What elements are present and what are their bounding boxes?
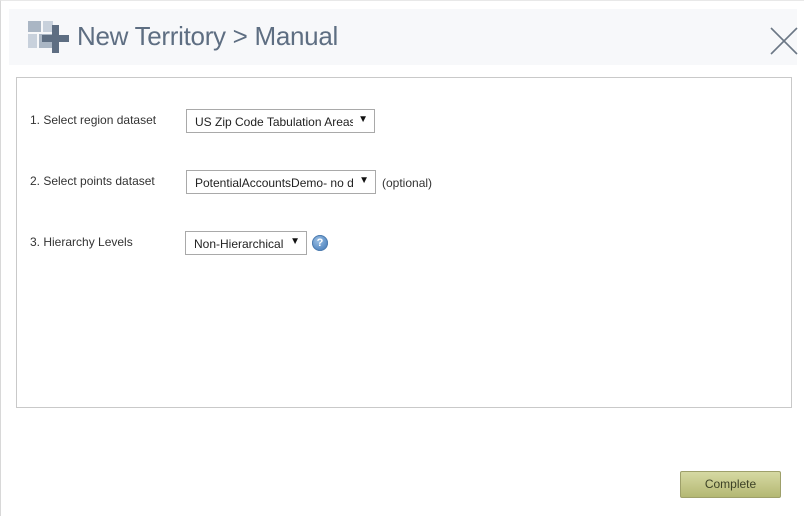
- form-panel: 1. Select region dataset US Zip Code Tab…: [16, 77, 792, 408]
- region-dataset-label: 1. Select region dataset: [30, 113, 157, 127]
- region-dataset-select[interactable]: US Zip Code Tabulation Areas ▼: [186, 109, 375, 133]
- optional-note: (optional): [382, 176, 433, 190]
- hierarchy-levels-select[interactable]: Non-Hierarchical ▼: [185, 231, 307, 255]
- dialog-title: New Territory > Manual: [77, 21, 338, 51]
- points-dataset-label: 2. Select points dataset: [30, 174, 155, 188]
- chevron-down-icon: ▼: [290, 236, 300, 247]
- help-icon[interactable]: ?: [312, 235, 328, 251]
- territory-add-icon: [28, 21, 69, 53]
- points-dataset-value: PotentialAccountsDemo- no data: [195, 176, 354, 190]
- region-dataset-value: US Zip Code Tabulation Areas: [195, 115, 353, 129]
- complete-button[interactable]: Complete: [680, 471, 781, 498]
- dialog-header: New Territory > Manual: [9, 9, 799, 65]
- new-territory-dialog: New Territory > Manual 1. Select region …: [0, 0, 804, 516]
- chevron-down-icon: ▼: [358, 114, 368, 125]
- chevron-down-icon: ▼: [359, 175, 369, 186]
- hierarchy-levels-value: Non-Hierarchical: [194, 237, 284, 251]
- points-dataset-select[interactable]: PotentialAccountsDemo- no data ▼: [186, 170, 376, 194]
- hierarchy-levels-label: 3. Hierarchy Levels: [30, 235, 133, 249]
- close-icon[interactable]: [769, 26, 799, 56]
